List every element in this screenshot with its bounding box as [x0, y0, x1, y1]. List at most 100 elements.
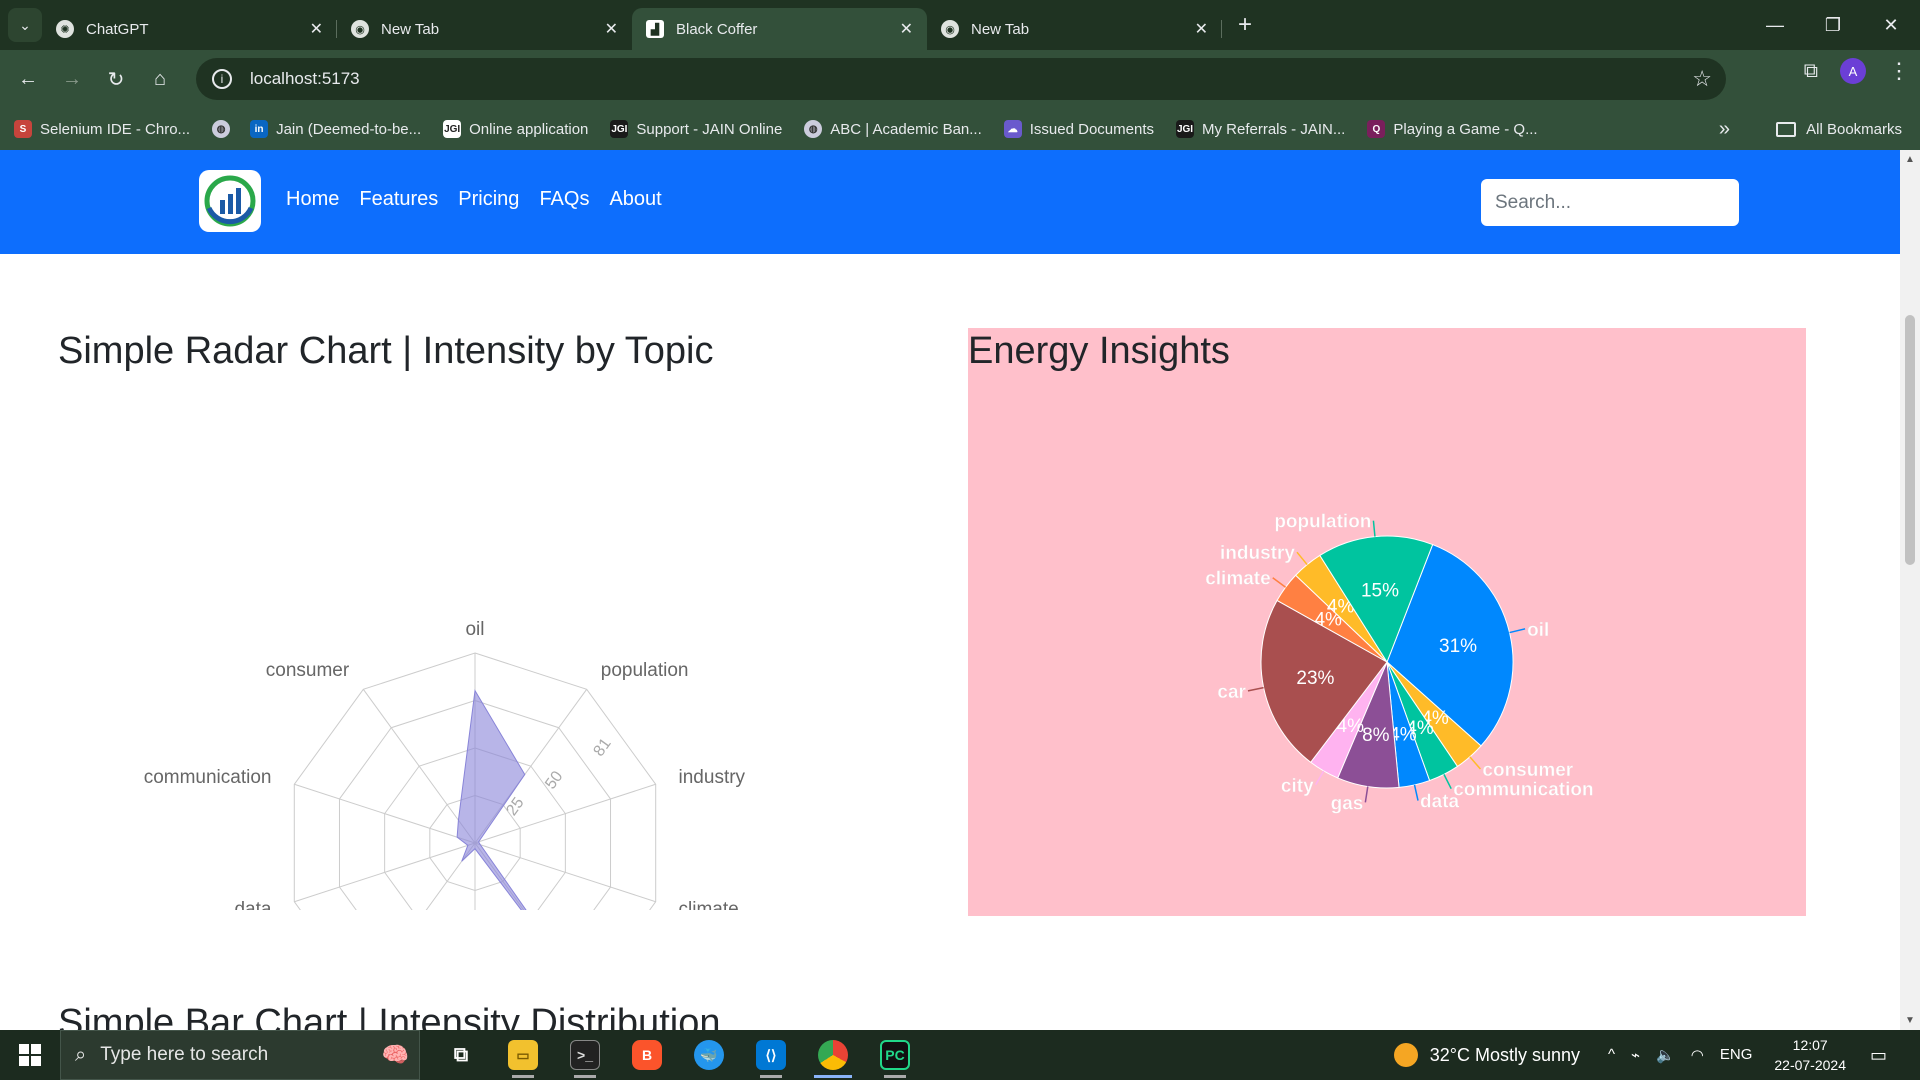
site-info-icon[interactable]: i	[212, 69, 232, 89]
pie-leader-line	[1469, 756, 1481, 770]
quiz-icon: Q	[1367, 120, 1386, 138]
pie-name-label: data	[1420, 792, 1460, 813]
bookmark-globe[interactable]: ◍	[212, 120, 238, 138]
close-icon[interactable]: ✕	[900, 19, 913, 39]
bookmark-issued-documents[interactable]: ☁ Issued Documents	[1003, 120, 1154, 138]
nav-features[interactable]: Features	[359, 188, 438, 211]
pie-name-label: car	[1217, 682, 1246, 703]
bookmarks-bar: S Selenium IDE - Chro... ◍ in Jain (Deemed…	[0, 108, 1920, 150]
language-indicator[interactable]: ENG	[1720, 1046, 1753, 1064]
scroll-down-icon[interactable]: ▼	[1905, 1015, 1915, 1026]
tab-divider	[1221, 20, 1222, 38]
page-scrollbar[interactable]: ▲ ▼	[1900, 150, 1920, 1030]
docker-icon[interactable]: 🐳	[678, 1030, 740, 1080]
bookmark-support-jain[interactable]: JGI Support - JAIN Online	[610, 120, 782, 138]
wifi-icon[interactable]: ◠	[1691, 1046, 1704, 1064]
jgi-icon: JGI	[443, 120, 462, 138]
chatgpt-icon: ✺	[56, 20, 74, 38]
bookmark-jain-linkedin[interactable]: in Jain (Deemed-to-be...	[250, 120, 421, 138]
pie-percent-label: 15%	[1361, 580, 1399, 601]
pie-name-label: gas	[1331, 793, 1364, 814]
search-input[interactable]	[1481, 179, 1739, 226]
notifications-icon[interactable]: ▭	[1870, 1045, 1910, 1066]
tab-new-tab[interactable]: ◉ New Tab ✕	[337, 8, 632, 50]
pie-name-label: communication	[1453, 780, 1593, 801]
chevron-up-icon[interactable]: ^	[1608, 1046, 1615, 1064]
nav-pricing[interactable]: Pricing	[458, 188, 519, 211]
pie-leader-line	[1296, 551, 1308, 566]
address-bar[interactable]: i localhost:5173 ☆	[196, 58, 1726, 100]
cloud-icon: ☁	[1003, 120, 1022, 138]
close-window-icon[interactable]: ✕	[1862, 0, 1920, 50]
brave-icon[interactable]: B	[616, 1030, 678, 1080]
bookmark-my-referrals[interactable]: JGI My Referrals - JAIN...	[1176, 120, 1345, 138]
pie-leader-line	[1315, 770, 1325, 786]
scrollbar-thumb[interactable]	[1905, 315, 1915, 565]
minimize-icon[interactable]: —	[1746, 0, 1804, 50]
bookmark-selenium[interactable]: S Selenium IDE - Chro...	[14, 120, 190, 138]
bookmark-quiz[interactable]: Q Playing a Game - Q...	[1367, 120, 1538, 138]
back-icon[interactable]: ←	[6, 57, 50, 101]
reload-icon[interactable]: ↻	[94, 57, 138, 101]
site-navbar: Home Features Pricing FAQs About	[0, 150, 1900, 254]
volume-icon[interactable]: 🔈	[1656, 1046, 1675, 1064]
browser-toolbar: ← → ↻ ⌂ i localhost:5173 ☆ ⧉ A ⋮	[0, 50, 1920, 108]
bookmark-abc[interactable]: ◍ ABC | Academic Ban...	[804, 120, 982, 138]
chrome-taskbar-icon[interactable]	[802, 1030, 864, 1080]
bookmark-star-icon[interactable]: ☆	[1692, 66, 1712, 92]
tab-new-tab-2[interactable]: ◉ New Tab ✕	[927, 8, 1222, 50]
tab-black-coffer[interactable]: ▟ Black Coffer ✕	[632, 8, 927, 50]
weather-widget[interactable]: 32°C Mostly sunny	[1393, 1043, 1580, 1067]
network-icon[interactable]: ⌁	[1631, 1046, 1640, 1064]
extensions-icon[interactable]: ⧉	[1804, 60, 1818, 83]
forward-icon[interactable]: →	[50, 57, 94, 101]
task-view-icon[interactable]: ⧉	[430, 1030, 492, 1080]
nav-about[interactable]: About	[609, 188, 661, 211]
menu-icon[interactable]: ⋮	[1888, 58, 1910, 84]
bar-chart-title: Simple Bar Chart | Intensity Distributio…	[58, 1002, 721, 1030]
home-icon[interactable]: ⌂	[138, 57, 182, 101]
all-bookmarks-button[interactable]: All Bookmarks	[1776, 121, 1902, 138]
nav-faqs[interactable]: FAQs	[539, 188, 589, 211]
scroll-up-icon[interactable]: ▲	[1905, 154, 1915, 165]
radar-chart-title: Simple Radar Chart | Intensity by Topic	[58, 330, 714, 372]
tab-chatgpt[interactable]: ✺ ChatGPT ✕	[42, 8, 337, 50]
close-icon[interactable]: ✕	[605, 19, 618, 39]
pie-name-label: oil	[1527, 620, 1549, 641]
pie-name-label: population	[1274, 512, 1371, 533]
bookmark-label: My Referrals - JAIN...	[1202, 120, 1346, 138]
taskbar-search[interactable]: ⌕ Type here to search 🧠	[60, 1030, 420, 1080]
pycharm-icon[interactable]: PC	[864, 1030, 926, 1080]
tab-title: ChatGPT	[86, 20, 149, 38]
brand-logo[interactable]	[199, 170, 261, 232]
more-bookmarks-icon[interactable]: »	[1719, 118, 1730, 141]
bookmark-online-application[interactable]: JGI Online application	[443, 120, 588, 138]
selenium-icon: S	[14, 120, 32, 138]
close-icon[interactable]: ✕	[310, 19, 323, 39]
close-icon[interactable]: ✕	[1195, 19, 1208, 39]
pie-percent-label: 23%	[1296, 668, 1334, 689]
restore-icon[interactable]: ❐	[1804, 0, 1862, 50]
terminal-icon[interactable]: >_	[554, 1030, 616, 1080]
windows-start-icon[interactable]	[0, 1030, 60, 1080]
nav-home[interactable]: Home	[286, 188, 339, 211]
taskbar-search-placeholder: Type here to search	[100, 1044, 269, 1065]
radar-axis-label: industry	[679, 767, 746, 788]
pie-name-label: city	[1281, 776, 1314, 797]
radar-spoke	[474, 842, 525, 910]
radar-axis-label: communication	[144, 767, 272, 788]
bookmark-label: Playing a Game - Q...	[1393, 120, 1538, 138]
pie-name-label: consumer	[1482, 760, 1573, 781]
pie-chart: 31%oil4%consumer4%communication4%data8%g…	[1205, 511, 1594, 814]
radar-axis-label: climate	[679, 899, 739, 910]
clock[interactable]: 12:07 22-07-2024	[1774, 1035, 1846, 1075]
vscode-icon[interactable]: ⟨⟩	[740, 1030, 802, 1080]
bookmark-label: Selenium IDE - Chro...	[40, 120, 191, 138]
file-explorer-icon[interactable]: ▭	[492, 1030, 554, 1080]
bookmark-label: Support - JAIN Online	[636, 120, 783, 138]
new-tab-button[interactable]: +	[1228, 8, 1262, 42]
tab-search-button[interactable]: ⌄	[8, 8, 42, 42]
profile-avatar[interactable]: A	[1840, 58, 1866, 84]
system-tray: 32°C Mostly sunny ^ ⌁ 🔈 ◠ ENG 12:07 22-0…	[1393, 1030, 1920, 1080]
bookmark-label: ABC | Academic Ban...	[830, 120, 982, 138]
